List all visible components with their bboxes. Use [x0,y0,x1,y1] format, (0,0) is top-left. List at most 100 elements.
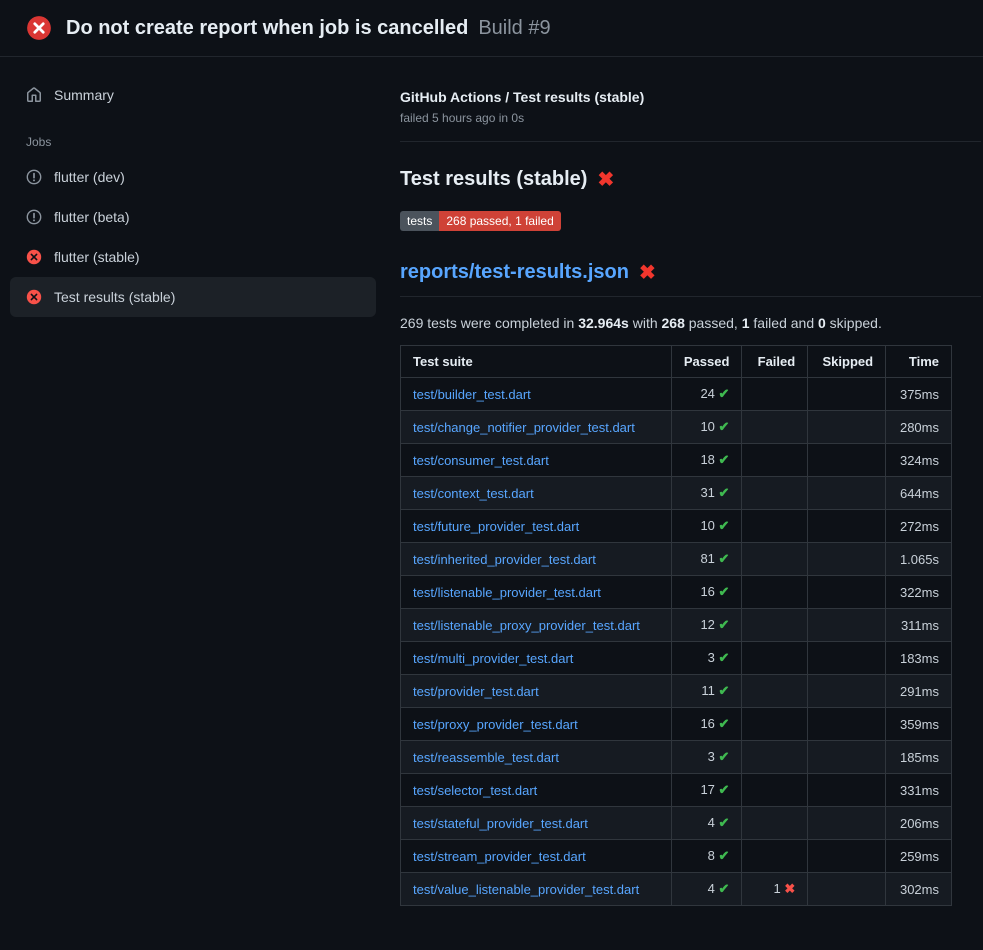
suite-link[interactable]: test/change_notifier_provider_test.dart [413,420,635,435]
sidebar: Summary Jobs flutter (dev)flutter (beta)… [0,57,390,906]
sidebar-job-item[interactable]: flutter (beta) [10,197,376,237]
skipped-cell [808,708,886,741]
passed-cell: 10 ✔ [671,510,742,543]
suite-link[interactable]: test/proxy_provider_test.dart [413,717,578,732]
passed-cell: 8 ✔ [671,840,742,873]
report-heading: reports/test-results.json ✖ [400,261,981,297]
breadcrumb: GitHub Actions / Test results (stable) [400,89,981,105]
time-cell: 322ms [886,576,952,609]
failed-cell [742,675,808,708]
table-row: test/stateful_provider_test.dart4 ✔206ms [401,807,952,840]
suite-link[interactable]: test/consumer_test.dart [413,453,549,468]
check-icon: ✔ [719,617,730,632]
failed-cell [742,510,808,543]
failed-cell [742,444,808,477]
col-header-passed: Passed [671,346,742,378]
x-circle-icon [26,249,42,265]
passed-cell: 24 ✔ [671,378,742,411]
table-row: test/reassemble_test.dart3 ✔185ms [401,741,952,774]
suite-link[interactable]: test/builder_test.dart [413,387,531,402]
suite-link[interactable]: test/listenable_proxy_provider_test.dart [413,618,640,633]
sidebar-job-item[interactable]: flutter (stable) [10,237,376,277]
run-status-line: failed 5 hours ago in 0s [400,111,981,125]
passed-cell: 31 ✔ [671,477,742,510]
x-circle-icon [26,289,42,305]
passed-cell: 3 ✔ [671,741,742,774]
col-header-failed: Failed [742,346,808,378]
failed-cell [742,708,808,741]
table-row: test/listenable_proxy_provider_test.dart… [401,609,952,642]
sidebar-job-item[interactable]: flutter (dev) [10,157,376,197]
x-icon: ✖ [784,881,795,896]
suite-cell: test/reassemble_test.dart [401,741,672,774]
x-mark-icon: ✖ [639,263,656,283]
suite-link[interactable]: test/selector_test.dart [413,783,537,798]
check-icon: ✔ [719,386,730,401]
passed-cell: 81 ✔ [671,543,742,576]
failed-cell [742,609,808,642]
time-cell: 291ms [886,675,952,708]
failed-count: 1 [742,315,750,331]
results-table: Test suite Passed Failed Skipped Time te… [400,345,952,906]
suite-link[interactable]: test/inherited_provider_test.dart [413,552,596,567]
suite-cell: test/future_provider_test.dart [401,510,672,543]
passed-cell: 16 ✔ [671,576,742,609]
badge-value: 268 passed, 1 failed [439,211,560,231]
suite-link[interactable]: test/reassemble_test.dart [413,750,559,765]
suite-link[interactable]: test/stateful_provider_test.dart [413,816,588,831]
sidebar-job-item[interactable]: Test results (stable) [10,277,376,317]
time-cell: 331ms [886,774,952,807]
check-icon: ✔ [719,815,730,830]
check-icon: ✔ [719,485,730,500]
results-summary: 269 tests were completed in 32.964s with… [400,315,981,331]
skipped-cell [808,807,886,840]
sidebar-item-summary[interactable]: Summary [10,75,376,115]
check-icon: ✔ [719,716,730,731]
failed-cell [742,477,808,510]
report-file-link[interactable]: reports/test-results.json [400,261,629,284]
section-heading-text: Test results (stable) [400,168,587,191]
suite-link[interactable]: test/stream_provider_test.dart [413,849,586,864]
sidebar-job-label: Test results (stable) [54,289,175,305]
skipped-cell [808,609,886,642]
passed-cell: 4 ✔ [671,873,742,906]
check-icon: ✔ [719,518,730,533]
suite-link[interactable]: test/provider_test.dart [413,684,539,699]
passed-cell: 11 ✔ [671,675,742,708]
time-cell: 324ms [886,444,952,477]
time-cell: 302ms [886,873,952,906]
suite-cell: test/inherited_provider_test.dart [401,543,672,576]
suite-link[interactable]: test/context_test.dart [413,486,534,501]
build-number: Build #9 [478,17,550,40]
x-mark-icon: ✖ [597,170,614,190]
failed-cell [742,840,808,873]
col-header-skipped: Skipped [808,346,886,378]
check-icon: ✔ [719,551,730,566]
suite-link[interactable]: test/multi_provider_test.dart [413,651,573,666]
failed-cell: 1 ✖ [742,873,808,906]
time-cell: 206ms [886,807,952,840]
table-row: test/inherited_provider_test.dart81 ✔1.0… [401,543,952,576]
col-header-test-suite: Test suite [401,346,672,378]
suite-link[interactable]: test/listenable_provider_test.dart [413,585,601,600]
suite-link[interactable]: test/value_listenable_provider_test.dart [413,882,639,897]
neutral-status-icon [26,209,42,225]
suite-cell: test/listenable_proxy_provider_test.dart [401,609,672,642]
failed-cell [742,774,808,807]
check-icon: ✔ [719,452,730,467]
suite-cell: test/value_listenable_provider_test.dart [401,873,672,906]
suite-cell: test/listenable_provider_test.dart [401,576,672,609]
suite-cell: test/builder_test.dart [401,378,672,411]
check-icon: ✔ [719,683,730,698]
passed-cell: 16 ✔ [671,708,742,741]
skipped-cell [808,642,886,675]
skipped-cell [808,576,886,609]
table-row: test/multi_provider_test.dart3 ✔183ms [401,642,952,675]
suite-link[interactable]: test/future_provider_test.dart [413,519,579,534]
time-cell: 183ms [886,642,952,675]
time-cell: 359ms [886,708,952,741]
time-cell: 272ms [886,510,952,543]
table-row: test/builder_test.dart24 ✔375ms [401,378,952,411]
table-row: test/listenable_provider_test.dart 16 ✔ 32… [401,576,952,609]
neutral-status-icon [26,169,42,185]
